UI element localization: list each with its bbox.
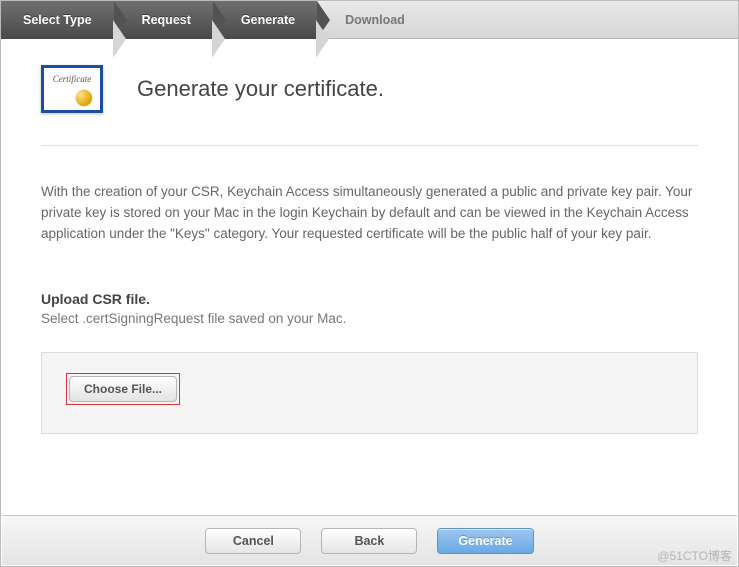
chevron-right-icon (317, 1, 330, 39)
upload-subtext: Select .certSigningRequest file saved on… (41, 311, 698, 326)
upload-title: Upload CSR file. (41, 291, 698, 307)
choose-file-highlight: Choose File... (66, 373, 180, 405)
step-label: Generate (241, 13, 295, 27)
step-label: Select Type (23, 13, 92, 27)
step-request[interactable]: Request (114, 1, 213, 39)
footer-actions: Cancel Back Generate (2, 515, 737, 565)
certificate-icon-label: Certificate (53, 74, 92, 84)
choose-file-button[interactable]: Choose File... (69, 376, 177, 402)
page-title: Generate your certificate. (137, 76, 384, 102)
step-label: Download (345, 13, 405, 27)
seal-icon (76, 90, 92, 106)
chevron-right-icon (213, 1, 226, 39)
upload-sub-prefix: Select (41, 311, 82, 326)
wizard-steps: Select Type Request Generate Download (1, 1, 738, 39)
chevron-right-icon (114, 1, 127, 39)
certificate-icon: Certificate (41, 65, 103, 113)
step-download: Download (317, 1, 427, 39)
main-content: Certificate Generate your certificate. W… (1, 39, 738, 434)
back-button[interactable]: Back (321, 528, 417, 554)
file-upload-box: Choose File... (41, 352, 698, 434)
upload-section: Upload CSR file. Select .certSigningRequ… (41, 291, 698, 434)
upload-ext: .certSigningRequest (82, 311, 204, 326)
step-generate[interactable]: Generate (213, 1, 317, 39)
page-header: Certificate Generate your certificate. (41, 65, 698, 146)
cancel-button[interactable]: Cancel (205, 528, 301, 554)
generate-button[interactable]: Generate (437, 528, 533, 554)
upload-sub-suffix: file saved on your Mac. (204, 311, 347, 326)
watermark: @51CTO博客 (657, 547, 732, 564)
step-label: Request (142, 13, 191, 27)
step-select-type[interactable]: Select Type (1, 1, 114, 39)
description-text: With the creation of your CSR, Keychain … (41, 182, 698, 245)
